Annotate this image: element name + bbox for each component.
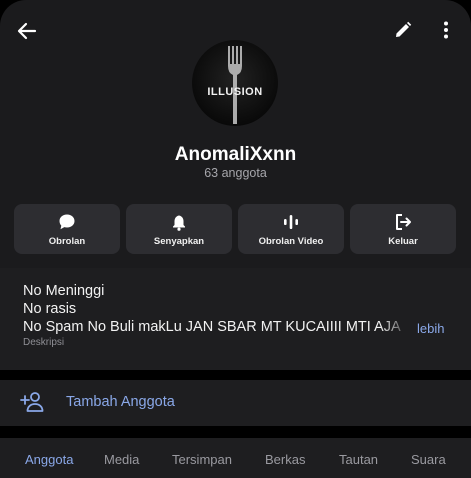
logout-icon (396, 213, 411, 230)
description-fade (380, 320, 412, 344)
audio-wave-icon (284, 214, 298, 229)
leave-button-label: Keluar (388, 235, 418, 247)
video-chat-button-label: Obrolan Video (258, 235, 324, 247)
group-info-screen: ILLUSION AnomaliXxnn 63 anggota Obrolan … (0, 0, 471, 478)
description-line: No rasis (23, 301, 77, 317)
video-chat-button[interactable]: Obrolan Video (238, 204, 344, 254)
tab-media[interactable]: Media (104, 452, 139, 467)
leave-button[interactable]: Keluar (350, 204, 456, 254)
description-section: No Meninggi No rasis No Spam No Buli mak… (0, 268, 471, 370)
edit-button[interactable] (387, 14, 419, 46)
mute-button[interactable]: Senyapkan (126, 204, 232, 254)
more-link[interactable]: lebih (417, 321, 444, 336)
chat-button-label: Obrolan (48, 235, 86, 247)
section-divider (0, 426, 471, 438)
description-label: Deskripsi (23, 337, 65, 348)
pencil-icon (396, 21, 412, 37)
more-vertical-icon (444, 21, 448, 39)
mute-button-label: Senyapkan (153, 235, 205, 247)
tab-files[interactable]: Berkas (265, 452, 305, 467)
tab-saved[interactable]: Tersimpan (172, 452, 232, 467)
section-divider (0, 370, 471, 380)
more-options-button[interactable] (432, 14, 460, 46)
description-line: No Spam No Buli makLu JAN SBAR MT KUCAII… (23, 319, 401, 335)
tab-voice[interactable]: Suara (411, 452, 446, 467)
description-line: No Meninggi (23, 283, 105, 299)
tab-links[interactable]: Tautan (339, 452, 378, 467)
group-name: AnomaliXxnn (174, 144, 297, 165)
chat-button[interactable]: Obrolan (14, 204, 120, 254)
member-count: 63 anggota (204, 166, 267, 180)
arrow-left-icon (17, 22, 37, 40)
back-button[interactable] (10, 14, 44, 48)
add-person-icon (20, 392, 44, 412)
media-tabs: Anggota Media Tersimpan Berkas Tautan Su… (0, 438, 471, 478)
add-member-button[interactable]: Tambah Anggota (0, 380, 471, 426)
tab-members[interactable]: Anggota (25, 452, 73, 467)
fork-logo-icon (228, 46, 242, 124)
add-member-label: Tambah Anggota (66, 394, 175, 410)
avatar-logo-text: ILLUSION (207, 86, 263, 98)
bell-icon (173, 213, 185, 231)
chat-bubble-icon (59, 214, 75, 229)
group-avatar[interactable]: ILLUSION (192, 40, 278, 126)
